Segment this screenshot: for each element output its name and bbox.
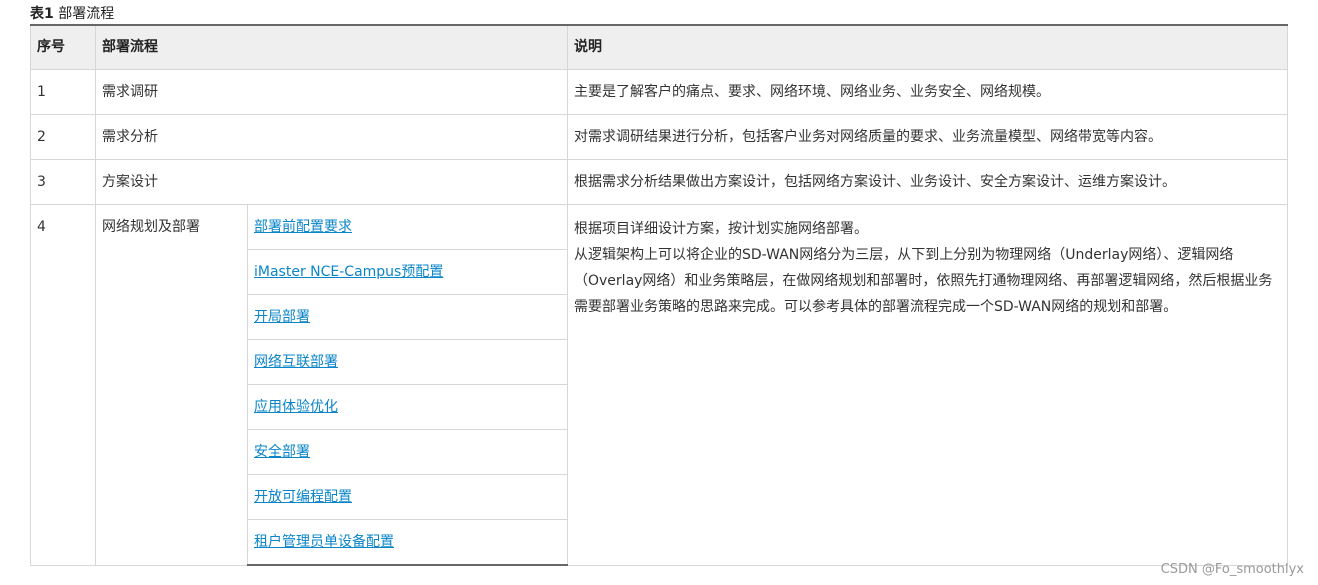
row-no: 3	[30, 159, 96, 205]
link-cell: 网络互联部署	[247, 339, 568, 385]
table-header-row: 序号 部署流程 说明	[30, 24, 1288, 70]
desc-line-1: 根据项目详细设计方案，按计划实施网络部署。	[574, 221, 868, 237]
table-row: 3 方案设计 根据需求分析结果做出方案设计，包括网络方案设计、业务设计、安全方案…	[30, 159, 1288, 205]
table-row: 1 需求调研 主要是了解客户的痛点、要求、网络环境、网络业务、业务安全、网络规模…	[30, 69, 1288, 115]
row-desc: 根据项目详细设计方案，按计划实施网络部署。 从逻辑架构上可以将企业的SD-WAN…	[567, 204, 1288, 566]
link-pre-deploy-config[interactable]: 部署前配置要求	[254, 219, 352, 235]
link-programmable-config[interactable]: 开放可编程配置	[254, 489, 352, 505]
link-tenant-device-config[interactable]: 租户管理员单设备配置	[254, 534, 394, 550]
link-cell: 租户管理员单设备配置	[247, 519, 568, 566]
row-desc: 主要是了解客户的痛点、要求、网络环境、网络业务、业务安全、网络规模。	[567, 69, 1288, 115]
link-security-deploy[interactable]: 安全部署	[254, 444, 310, 460]
row-no: 1	[30, 69, 96, 115]
link-cell: 应用体验优化	[247, 384, 568, 430]
deployment-flow-table: 序号 部署流程 说明 1 需求调研 主要是了解客户的痛点、要求、网络环境、网络业…	[30, 24, 1288, 566]
table-row: 2 需求分析 对需求调研结果进行分析，包括客户业务对网络质量的要求、业务流量模型…	[30, 114, 1288, 160]
table-row: 4 网络规划及部署 部署前配置要求 根据项目详细设计方案，按计划实施网络部署。 …	[30, 204, 1288, 566]
row-step: 需求调研	[95, 69, 568, 115]
link-interconnect-deploy[interactable]: 网络互联部署	[254, 354, 338, 370]
link-imaster-preconfig[interactable]: iMaster NCE-Campus预配置	[254, 264, 443, 280]
link-initial-deploy[interactable]: 开局部署	[254, 309, 310, 325]
link-cell: 部署前配置要求	[247, 204, 568, 250]
header-desc: 说明	[567, 24, 1288, 70]
caption-label: 表1	[30, 6, 54, 22]
link-app-experience[interactable]: 应用体验优化	[254, 399, 338, 415]
header-no: 序号	[30, 24, 96, 70]
link-cell: 开放可编程配置	[247, 474, 568, 520]
row-step: 需求分析	[95, 114, 568, 160]
row-desc: 对需求调研结果进行分析，包括客户业务对网络质量的要求、业务流量模型、网络带宽等内…	[567, 114, 1288, 160]
desc-line-2: 从逻辑架构上可以将企业的SD-WAN网络分为三层，从下到上分别为物理网络（Und…	[574, 247, 1273, 315]
row-desc: 根据需求分析结果做出方案设计，包括网络方案设计、业务设计、安全方案设计、运维方案…	[567, 159, 1288, 205]
link-cell: 开局部署	[247, 294, 568, 340]
row-step: 网络规划及部署	[95, 204, 248, 566]
caption-title: 部署流程	[58, 6, 115, 22]
row-no: 2	[30, 114, 96, 160]
link-cell: iMaster NCE-Campus预配置	[247, 249, 568, 295]
header-step: 部署流程	[95, 24, 568, 70]
row-step: 方案设计	[95, 159, 568, 205]
table-caption: 表1 部署流程	[30, 3, 114, 23]
row-no: 4	[30, 204, 96, 566]
link-cell: 安全部署	[247, 429, 568, 475]
watermark: CSDN @Fo_smoothlyx	[1160, 562, 1304, 577]
